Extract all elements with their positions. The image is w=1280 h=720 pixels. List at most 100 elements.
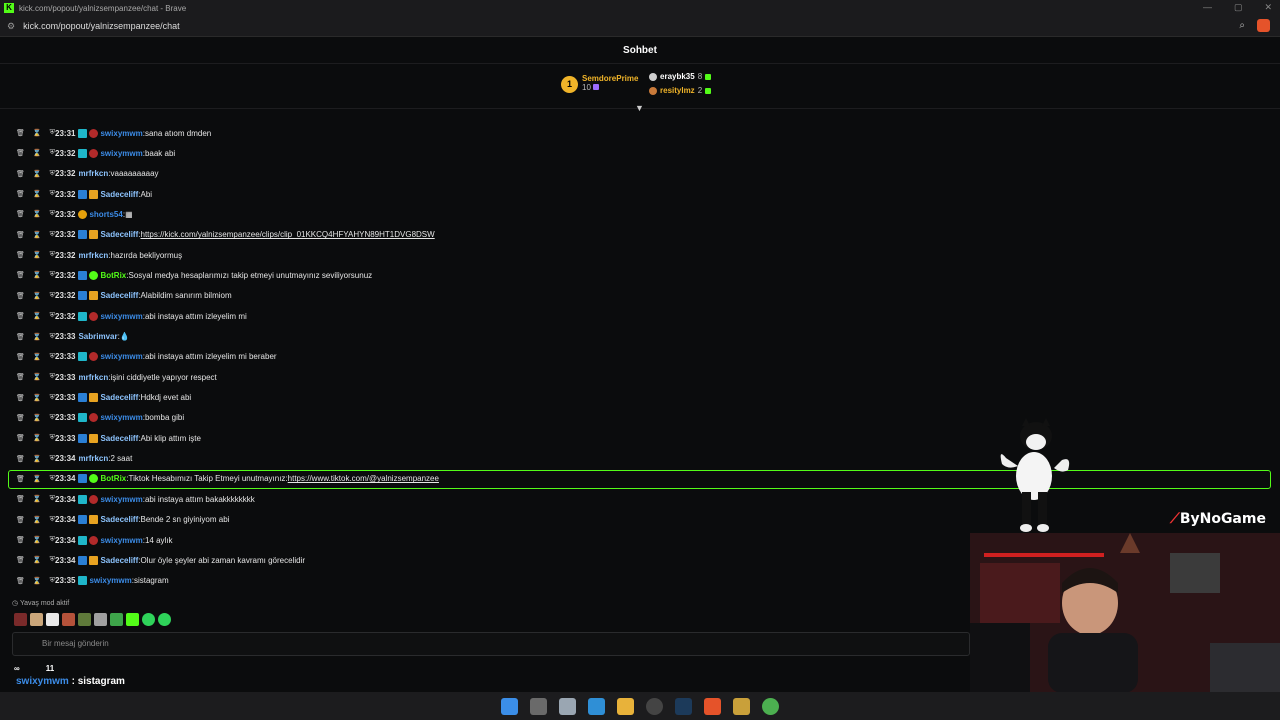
timeout-icon[interactable]: ⌛ <box>33 353 42 361</box>
chrome-icon[interactable] <box>762 697 779 715</box>
maximize-button[interactable]: ▢ <box>1234 2 1243 13</box>
delete-icon[interactable]: 🗑 <box>16 149 25 157</box>
message-username[interactable]: swixymwm <box>100 129 142 138</box>
message-username[interactable]: Sadeceliff <box>100 393 138 402</box>
timeout-icon[interactable]: ⌛ <box>33 475 42 483</box>
chat-message-input[interactable]: Bir mesaj gönderin <box>12 632 970 656</box>
sub-badge-icon[interactable] <box>78 413 88 423</box>
leaderboard-third[interactable]: resitylmz 2 <box>649 86 712 95</box>
delete-icon[interactable]: 🗑 <box>16 394 25 402</box>
vip-badge-icon[interactable] <box>89 433 99 443</box>
emote-1[interactable] <box>14 613 27 626</box>
timeout-icon[interactable]: ⌛ <box>33 394 42 402</box>
timeout-icon[interactable]: ⌛ <box>33 333 42 341</box>
message-username[interactable]: BotRix <box>100 271 126 280</box>
timeout-icon[interactable]: ⌛ <box>33 312 42 320</box>
sub-badge-icon[interactable] <box>78 494 88 504</box>
message-username[interactable]: Sadeceliff <box>100 434 138 443</box>
mod-badge-icon[interactable] <box>78 393 88 403</box>
timeout-icon[interactable]: ⌛ <box>33 149 42 157</box>
delete-icon[interactable]: 🗑 <box>16 333 25 341</box>
delete-icon[interactable]: 🗑 <box>16 475 25 483</box>
red-badge-icon[interactable] <box>89 311 99 321</box>
emote-9[interactable] <box>142 613 155 626</box>
message-username[interactable]: Sadeceliff <box>100 291 138 300</box>
message-username[interactable]: Sadeceliff <box>100 515 138 524</box>
mod-badge-icon[interactable] <box>78 515 88 525</box>
message-username[interactable]: swixymwm <box>100 149 142 158</box>
emote-2[interactable] <box>30 613 43 626</box>
mod-badge-icon[interactable] <box>78 474 88 484</box>
vip-badge-icon[interactable] <box>89 189 99 199</box>
timeout-icon[interactable]: ⌛ <box>33 556 42 564</box>
zoom-search-icon[interactable]: ⌕ <box>1239 20 1245 31</box>
mod-badge-icon[interactable] <box>78 433 88 443</box>
red-badge-icon[interactable] <box>89 413 99 423</box>
bot-badge-icon[interactable] <box>89 270 99 280</box>
message-username[interactable]: BotRix <box>100 474 126 483</box>
message-username[interactable]: mrfrkcn <box>78 373 108 382</box>
brave-shields-icon[interactable] <box>1257 19 1270 32</box>
vip-badge-icon[interactable] <box>89 393 99 403</box>
media-player-icon[interactable] <box>733 697 750 715</box>
red-badge-icon[interactable] <box>89 128 99 138</box>
close-button[interactable]: ✕ <box>1264 2 1272 13</box>
timeout-icon[interactable]: ⌛ <box>33 271 42 279</box>
vip-badge-icon[interactable] <box>89 555 99 565</box>
url-text[interactable]: kick.com/popout/yalnizsempanzee/chat <box>23 21 180 31</box>
sub-badge-icon[interactable] <box>78 352 88 362</box>
delete-icon[interactable]: 🗑 <box>16 129 25 137</box>
delete-icon[interactable]: 🗑 <box>16 495 25 503</box>
timeout-icon[interactable]: ⌛ <box>33 536 42 544</box>
mod-badge-icon[interactable] <box>78 270 88 280</box>
red-badge-icon[interactable] <box>89 535 99 545</box>
red-badge-icon[interactable] <box>89 148 99 158</box>
delete-icon[interactable]: 🗑 <box>16 231 25 239</box>
sub-badge-icon[interactable] <box>78 148 88 158</box>
photos-icon[interactable] <box>588 697 605 715</box>
emote-10[interactable] <box>158 613 171 626</box>
message-username[interactable]: mrfrkcn <box>78 454 108 463</box>
emote-4[interactable] <box>62 613 75 626</box>
timeout-icon[interactable]: ⌛ <box>33 434 42 442</box>
emote-6[interactable] <box>94 613 107 626</box>
task-view-icon[interactable] <box>530 697 547 715</box>
mod-badge-icon[interactable] <box>78 189 88 199</box>
start-menu-icon[interactable] <box>501 697 518 715</box>
delete-icon[interactable]: 🗑 <box>16 577 25 585</box>
delete-icon[interactable]: 🗑 <box>16 271 25 279</box>
message-username[interactable]: mrfrkcn <box>78 169 108 178</box>
sub-badge-icon[interactable] <box>78 576 88 586</box>
message-username[interactable]: swixymwm <box>100 413 142 422</box>
emote-3[interactable] <box>46 613 59 626</box>
obs-icon[interactable] <box>646 697 663 715</box>
timeout-icon[interactable]: ⌛ <box>33 516 42 524</box>
delete-icon[interactable]: 🗑 <box>16 170 25 178</box>
message-username[interactable]: Sadeceliff <box>100 230 138 239</box>
timeout-icon[interactable]: ⌛ <box>33 129 42 137</box>
leaderboard-first[interactable]: 1 SemdorePrime 10 <box>561 74 638 93</box>
minimize-button[interactable]: — <box>1203 2 1212 13</box>
site-settings-icon[interactable]: ⚙ <box>7 21 15 32</box>
timeout-icon[interactable]: ⌛ <box>33 170 42 178</box>
emote-5[interactable] <box>78 613 91 626</box>
mod-badge-icon[interactable] <box>78 291 88 301</box>
message-username[interactable]: mrfrkcn <box>78 251 108 260</box>
address-bar[interactable]: ⚙ kick.com/popout/yalnizsempanzee/chat ⌕ <box>0 16 1280 37</box>
timeout-icon[interactable]: ⌛ <box>33 414 42 422</box>
message-username[interactable]: Sadeceliff <box>100 190 138 199</box>
vip-badge-icon[interactable] <box>89 291 99 301</box>
leaderboard-second[interactable]: eraybk35 8 <box>649 72 712 81</box>
delete-icon[interactable]: 🗑 <box>16 292 25 300</box>
message-username[interactable]: swixymwm <box>100 352 142 361</box>
timeout-icon[interactable]: ⌛ <box>33 231 42 239</box>
delete-icon[interactable]: 🗑 <box>16 414 25 422</box>
vip-badge-icon[interactable] <box>89 230 99 240</box>
delete-icon[interactable]: 🗑 <box>16 373 25 381</box>
mod-badge-icon[interactable] <box>78 555 88 565</box>
message-username[interactable]: swixymwm <box>100 495 142 504</box>
emote-8[interactable] <box>126 613 139 626</box>
delete-icon[interactable]: 🗑 <box>16 353 25 361</box>
message-username[interactable]: swixymwm <box>89 576 131 585</box>
timeout-icon[interactable]: ⌛ <box>33 251 42 259</box>
